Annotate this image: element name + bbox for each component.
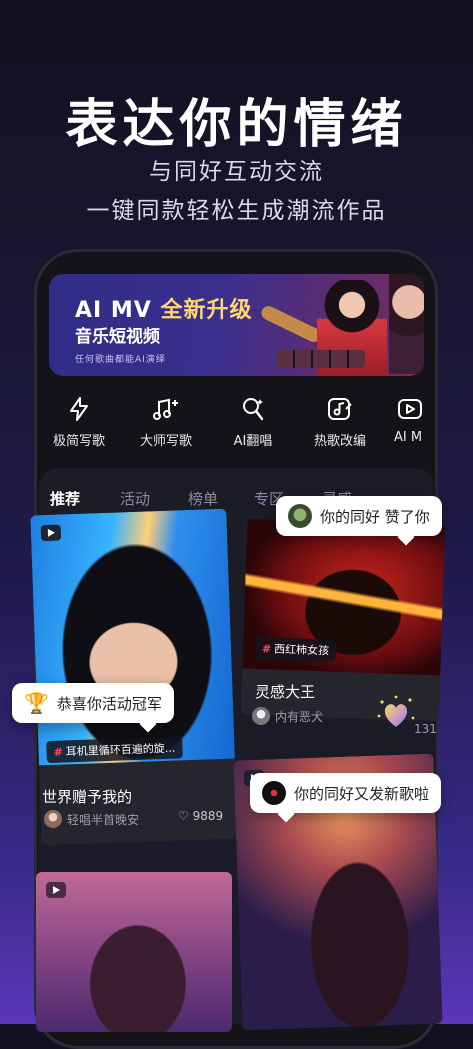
- ai-mv-banner[interactable]: AI MV 全新升级 音乐短视频 任何歌曲都能AI演绎: [49, 274, 424, 376]
- banner-subtitle: 音乐短视频: [75, 327, 160, 347]
- feature-label: 热歌改编: [313, 434, 366, 449]
- avatar: [288, 504, 312, 528]
- feature-ai-cover[interactable]: AI翻唱: [208, 396, 298, 449]
- hero-title: 表达你的情绪: [65, 95, 408, 155]
- feature-shortcuts: 极简写歌 大师写歌 AI翻唱 热歌改编 AI M: [34, 396, 438, 456]
- hero-subtitle-1: 与同好互动交流: [149, 159, 324, 185]
- feed-card[interactable]: [36, 872, 232, 1032]
- card-author[interactable]: 轻唱半首晚安: [44, 810, 139, 828]
- vinyl-record-icon: [262, 781, 286, 805]
- video-play-icon: [398, 399, 422, 419]
- edit-note-icon: [328, 398, 352, 420]
- tab-recommend[interactable]: 推荐: [50, 488, 80, 509]
- notification-champion[interactable]: 🏆 恭喜你活动冠军: [12, 683, 174, 723]
- feature-ai-mv[interactable]: AI M: [382, 396, 438, 445]
- feature-label: AI翻唱: [233, 434, 273, 449]
- banner-caption: 任何歌曲都能AI演绎: [75, 355, 166, 365]
- glowing-heart-icon[interactable]: [376, 694, 416, 734]
- music-notes-icon: [153, 398, 178, 420]
- video-badge-icon: [46, 882, 66, 898]
- avatar: [252, 707, 270, 725]
- notification-new-song[interactable]: 你的同好又发新歌啦: [250, 773, 442, 813]
- tab-activity[interactable]: 活动: [120, 488, 150, 509]
- feature-adapt[interactable]: 热歌改编: [295, 396, 385, 449]
- feature-label: 大师写歌: [139, 434, 192, 449]
- trophy-icon: 🏆: [24, 691, 49, 715]
- banner-artist-image-2: [389, 274, 424, 374]
- banner-title: AI MV 全新升级: [75, 298, 253, 323]
- tab-chart[interactable]: 榜单: [188, 488, 218, 509]
- like-count[interactable]: ♡ 9889: [178, 809, 223, 823]
- guitar-illustration: [259, 303, 323, 345]
- card-author[interactable]: 内有恶犬: [252, 707, 323, 725]
- feature-label: 极简写歌: [52, 434, 105, 449]
- feature-label: AI M: [394, 430, 423, 445]
- video-badge-icon: [40, 524, 62, 542]
- feature-dashi[interactable]: 大师写歌: [121, 396, 211, 449]
- like-count[interactable]: 131: [414, 722, 437, 736]
- card-cover-image: [30, 508, 235, 766]
- hero-subtitle-2: 一键同款轻松生成潮流作品: [86, 198, 387, 224]
- lightning-icon: [70, 397, 88, 421]
- card-title: 灵感大王: [255, 683, 316, 701]
- banner-thumbnails: [277, 350, 365, 368]
- feature-jijian[interactable]: 极简写歌: [34, 396, 124, 449]
- avatar: [44, 810, 62, 828]
- topic-tag[interactable]: # 西红柿女孩: [254, 636, 337, 662]
- microphone-icon: [243, 398, 264, 421]
- heart-icon: ♡: [178, 809, 189, 823]
- card-title: 世界赠予我的: [42, 788, 133, 806]
- notification-like[interactable]: 你的同好 赞了你: [276, 496, 442, 536]
